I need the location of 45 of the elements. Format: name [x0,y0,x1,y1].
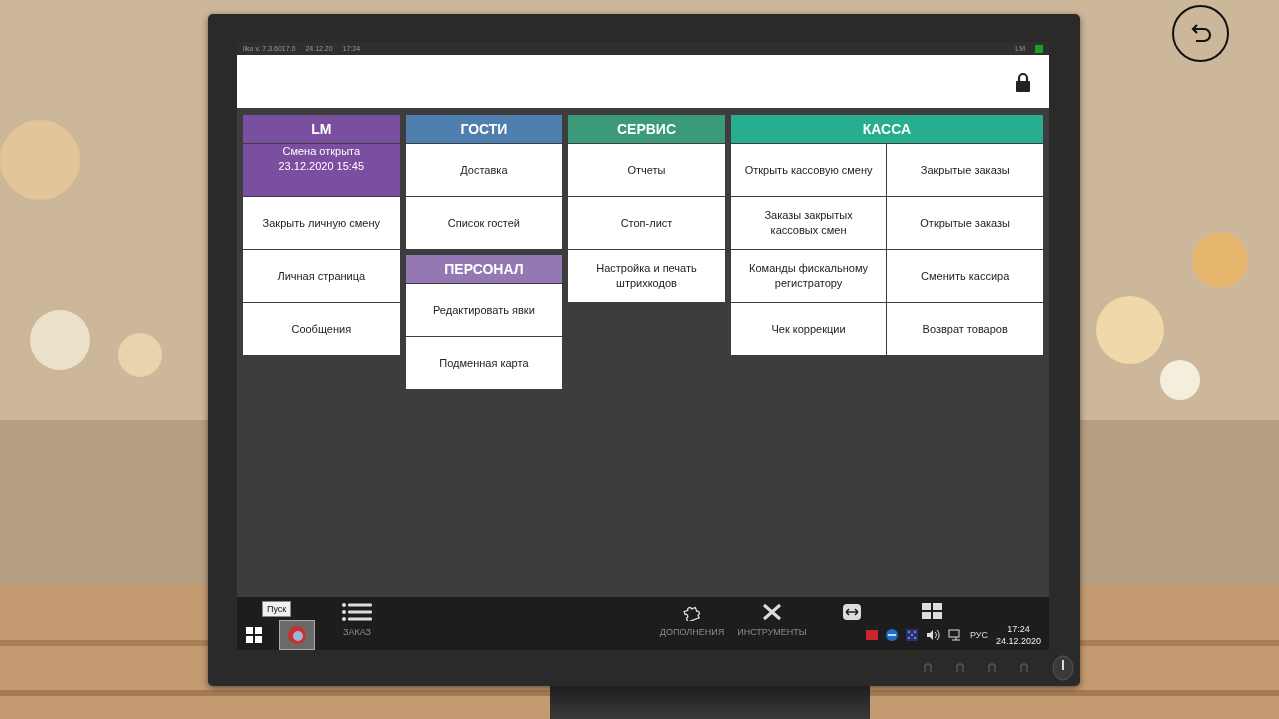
menu-button[interactable]: Подменная карта [405,337,563,389]
tray-app-icon [865,630,878,640]
network-icon[interactable] [947,629,962,641]
tools-icon [762,603,782,621]
menu-button[interactable]: Чек коррекции [730,303,887,355]
menu-button[interactable]: Личная страница [243,250,400,302]
nav-label[interactable]: ДОПОЛНЕНИЯ [659,627,725,637]
menu-button[interactable]: Доставка [405,144,563,196]
menu-button[interactable]: Команды фискальному регистратору [730,250,887,302]
app-icon [287,625,307,645]
remote-tray-icon [885,629,898,641]
menu-button[interactable]: Отчеты [568,144,725,196]
remote-icon [842,603,862,621]
group-header: ГОСТИ [405,115,563,143]
power-knob[interactable] [1052,655,1074,681]
menu-button[interactable]: Возврат товаров [887,303,1043,355]
tooltip: Пуск [262,601,292,617]
group-header: ПЕРСОНАЛ [405,255,563,283]
group-header: СЕРВИС [568,115,725,143]
nav-label[interactable]: ИНСТРУМЕНТЫ [737,627,807,637]
windows-icon [922,603,942,619]
group-header: КАССА [730,115,1043,143]
grid-tray-icon [905,629,918,641]
menu-button[interactable]: Стоп-лист [568,197,725,249]
back-button[interactable] [1172,5,1229,62]
menu-button[interactable]: Настройка и печать штрихкодов [568,250,725,302]
list-icon [342,603,372,621]
menu-button[interactable]: Сменить кассира [887,250,1043,302]
language-indicator[interactable]: РУС [969,630,988,640]
menu-button[interactable]: Открыть кассовую смену [730,144,887,196]
menu-button[interactable]: Закрытые заказы [887,144,1043,196]
volume-icon[interactable] [925,629,940,641]
lock-icon[interactable] [1015,71,1031,92]
shift-status: Смена открыта 23.12.2020 15:45 [243,144,400,196]
menu-button[interactable]: Сообщения [243,303,400,355]
menu-button[interactable]: Заказы закрытых кассовых смен [730,197,887,249]
clock[interactable]: 17:24 24.12.2020 [995,623,1041,647]
menu-button[interactable]: Список гостей [405,197,563,249]
nav-label[interactable]: ЗАКАЗ [343,627,371,637]
menu-button[interactable]: Открытые заказы [887,197,1043,249]
menu-button[interactable]: Редактировать явки [405,284,563,336]
menu-button[interactable]: Закрыть личную смену [243,197,400,249]
group-header: LM [243,115,400,143]
windows-icon [246,627,262,643]
taskbar-app[interactable] [279,620,315,650]
